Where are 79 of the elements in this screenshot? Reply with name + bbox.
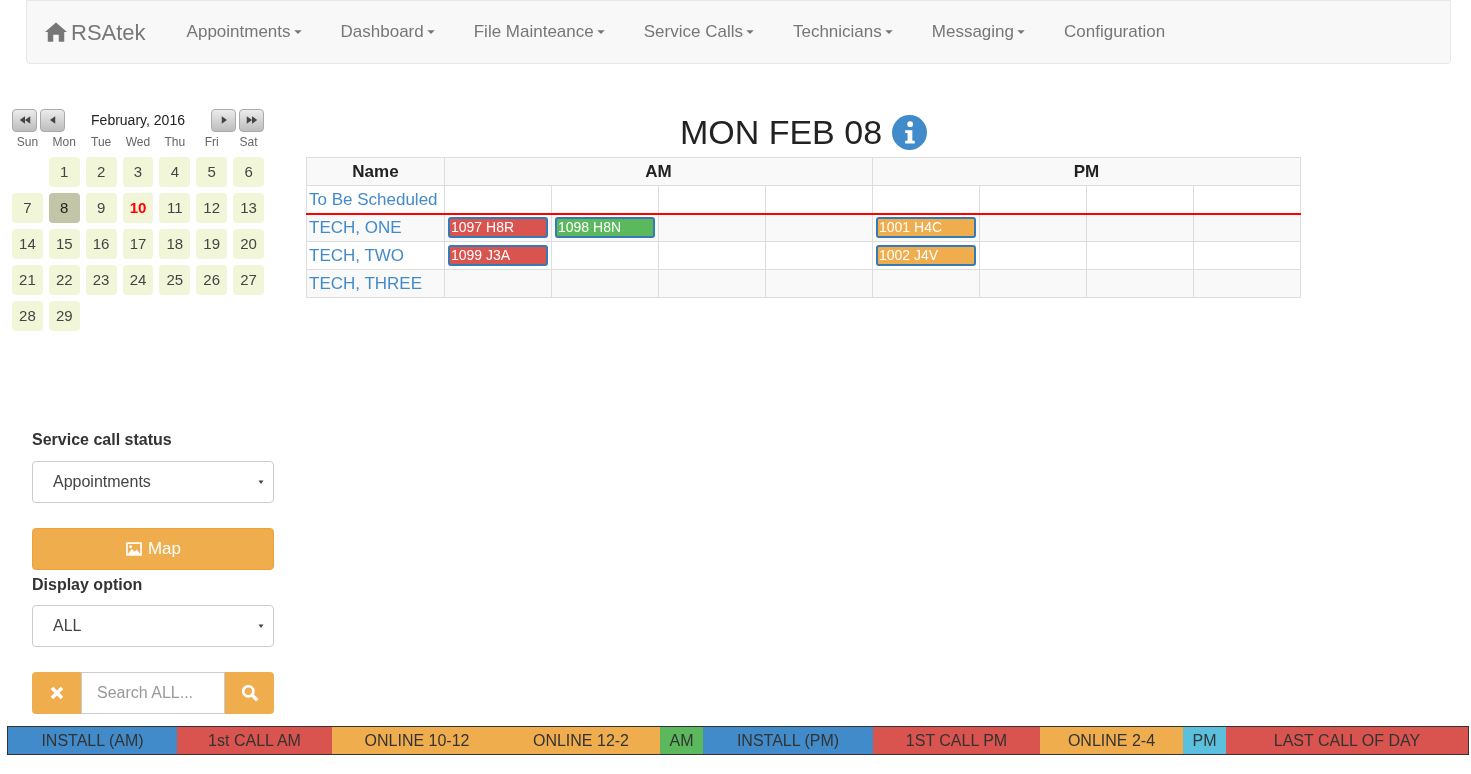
field-label: Service call status — [32, 430, 173, 450]
calendar-day[interactable]: 8 — [48, 193, 80, 223]
calendar-day[interactable]: 21 — [12, 265, 43, 295]
legend-item: ONLINE 10-12 — [332, 727, 502, 754]
brand-link[interactable]: RSAtek — [45, 15, 146, 49]
legend-item: PM — [1183, 727, 1226, 754]
calendar-day[interactable]: 23 — [85, 265, 117, 295]
legend-item: ONLINE 12-2 — [502, 727, 660, 754]
calendar-day[interactable]: 27 — [233, 265, 264, 295]
calendar-day[interactable]: 14 — [12, 229, 43, 259]
schedule-title: MON FEB 08 — [679, 111, 883, 153]
nav-menu-item[interactable]: Technicians — [773, 19, 913, 45]
calendar-day[interactable]: 10 — [122, 193, 154, 223]
weekday-label: Tue — [90, 134, 113, 151]
month-title: February, 2016 — [90, 110, 186, 130]
weekday-label: Sun — [15, 134, 40, 151]
calendar-day[interactable]: 19 — [196, 229, 228, 259]
calendar-day[interactable]: 26 — [196, 265, 228, 295]
dropdown-field[interactable]: ALL — [32, 605, 274, 647]
calendar-day[interactable]: 11 — [159, 193, 191, 223]
triangle-icon — [18, 114, 31, 126]
legend-item: INSTALL (AM) — [8, 727, 177, 754]
calendar-day[interactable]: 24 — [122, 265, 154, 295]
dropdown-field[interactable]: Appointments — [32, 461, 274, 503]
triangle-icon — [245, 114, 258, 126]
caret-icon — [257, 478, 265, 486]
weekday-label: Wed — [124, 134, 152, 151]
column-header: PM — [872, 157, 1301, 186]
legend-item: AM — [660, 727, 703, 754]
calendar-day[interactable]: 15 — [48, 229, 80, 259]
calendar-day[interactable]: 18 — [159, 229, 191, 259]
info-icon — [892, 114, 928, 150]
calendar-day[interactable]: 20 — [233, 229, 264, 259]
nav-menu-item[interactable]: Service Calls — [624, 19, 774, 45]
nav-menu-item[interactable]: File Mainteance — [454, 19, 625, 45]
calendar-day[interactable]: 2 — [85, 157, 117, 187]
legend-item: ONLINE 2-4 — [1040, 727, 1183, 754]
legend-item: 1ST CALL PM — [873, 727, 1040, 754]
weekday-label: Mon — [51, 134, 77, 151]
column-header: AM — [444, 157, 873, 186]
calendar-day[interactable]: 17 — [122, 229, 154, 259]
legend-item: LAST CALL OF DAY — [1226, 727, 1468, 754]
weekday-label: Sat — [238, 134, 259, 151]
calendar-day[interactable]: 4 — [159, 157, 191, 187]
nav-menu-item[interactable]: Configuration — [1045, 19, 1185, 45]
calendar-day[interactable]: 22 — [48, 265, 80, 295]
weekday-label: Thu — [163, 134, 187, 151]
calendar-day[interactable]: 9 — [85, 193, 117, 223]
field-label: Display option — [32, 575, 144, 595]
calendar-day[interactable]: 29 — [48, 301, 80, 331]
appointment-chip[interactable]: 1099 J3A — [448, 245, 548, 266]
next-year-button[interactable] — [239, 108, 264, 132]
close-icon — [48, 685, 65, 701]
calendar-day[interactable]: 1 — [48, 157, 80, 187]
weekday-label: Fri — [203, 134, 220, 151]
home-icon — [45, 21, 67, 43]
column-header: Name — [306, 157, 445, 186]
calendar-day[interactable]: 6 — [233, 157, 264, 187]
previous-month-button[interactable] — [40, 108, 65, 132]
search-field[interactable]: Search ALL... — [81, 672, 225, 714]
caret-icon — [257, 622, 265, 630]
calendar-day[interactable]: 12 — [196, 193, 228, 223]
search-icon — [240, 684, 259, 702]
nav-menu-item[interactable]: Messaging — [912, 19, 1045, 45]
appointment-chip[interactable]: 1097 H8R — [448, 217, 548, 239]
calendar-day[interactable]: 25 — [159, 265, 191, 295]
calendar-day[interactable]: 5 — [196, 157, 228, 187]
calendar-day[interactable]: 3 — [122, 157, 154, 187]
nav-menu-item[interactable]: Dashboard — [321, 19, 455, 45]
next-month-button[interactable] — [211, 108, 236, 132]
calendar-day[interactable]: 7 — [12, 193, 43, 223]
picture-icon — [124, 540, 143, 558]
legend-item: INSTALL (PM) — [703, 727, 873, 754]
nav-menu-item[interactable]: Appointments — [167, 19, 322, 45]
calendar-day[interactable]: 28 — [12, 301, 43, 331]
calendar-day[interactable]: 13 — [233, 193, 264, 223]
previous-year-button[interactable] — [12, 108, 37, 132]
calendar-day[interactable]: 16 — [85, 229, 117, 259]
legend-item: 1st CALL AM — [177, 727, 332, 754]
